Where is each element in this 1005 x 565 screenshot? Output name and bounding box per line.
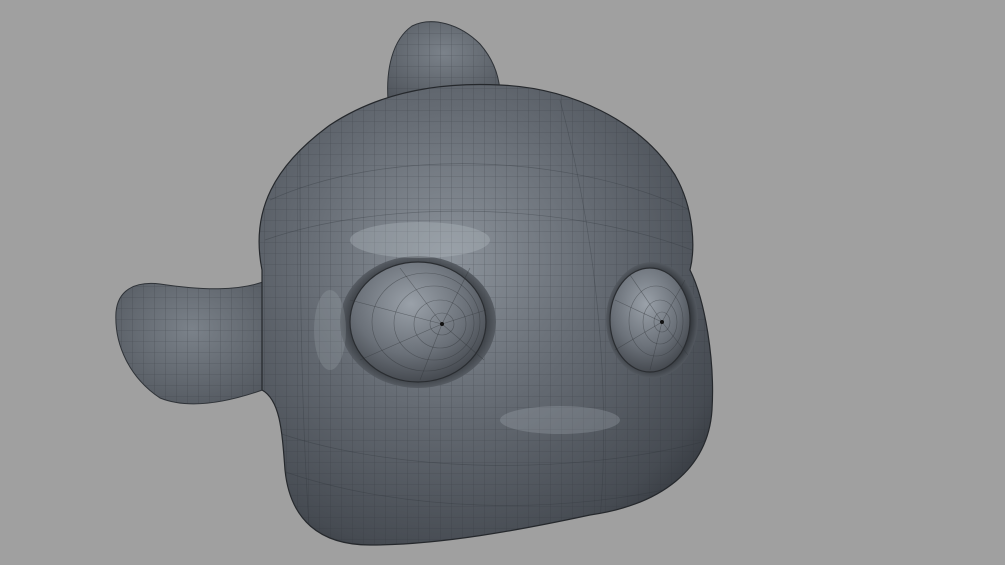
tail-fin[interactable] xyxy=(115,279,269,405)
viewport-canvas[interactable] xyxy=(0,0,1005,565)
left-pupil-icon xyxy=(440,322,444,326)
right-eye[interactable] xyxy=(606,262,698,378)
3d-viewport[interactable] xyxy=(0,0,1005,565)
left-eye[interactable] xyxy=(340,256,496,388)
right-pupil-icon xyxy=(660,320,664,324)
